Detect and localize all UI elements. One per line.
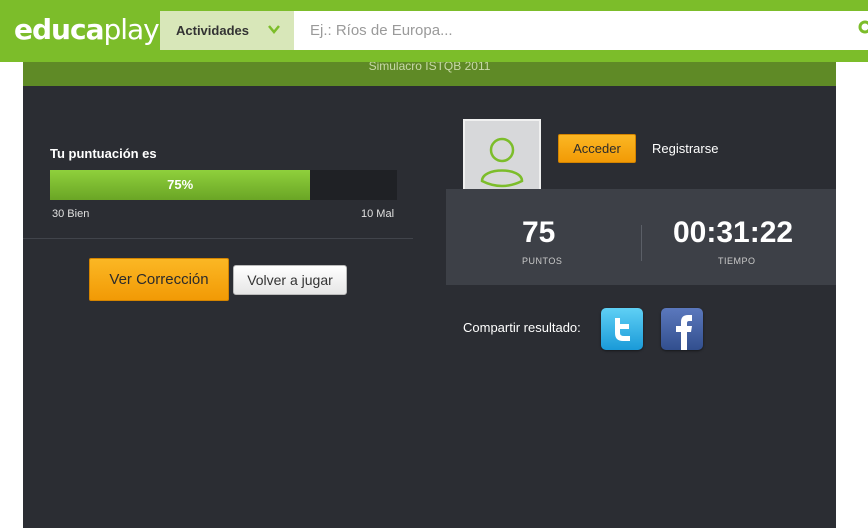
facebook-icon [676,315,692,350]
stats-box: 75 PUNTOS 00:31:22 TIEMPO [446,189,836,285]
wrong-count: 10 Mal [361,208,395,220]
login-button[interactable]: Acceder [558,134,636,163]
search-input[interactable] [294,11,868,50]
quiz-title: Simulacro ISTQB 2011 [368,62,491,73]
divider [23,238,413,239]
chevron-down-icon [268,25,280,34]
activities-dropdown[interactable]: Actividades [160,11,294,50]
avatar [463,119,541,199]
stats-separator [641,225,642,261]
share-label: Compartir resultado: [463,320,581,335]
twitter-icon [615,318,630,341]
quiz-title-bar: Simulacro ISTQB 2011 [23,62,836,86]
points-value: 75 [522,216,556,249]
result-panel: Simulacro ISTQB 2011 Tu puntuación es 75… [23,62,836,528]
view-correction-button[interactable]: Ver Corrección [89,258,229,301]
logo-light-text: play [103,13,159,46]
activities-label: Actividades [176,23,249,38]
correct-count: 30 Bien [52,208,90,220]
play-again-button[interactable]: Volver a jugar [233,265,347,295]
time-value: 00:31:22 [673,216,794,249]
educaplay-logo[interactable]: educaplay [14,13,160,46]
twitter-share-button[interactable] [601,308,643,350]
time-label: TIEMPO [718,256,756,266]
facebook-share-button[interactable] [661,308,703,350]
top-navigation-bar: educaplay Actividades [0,0,868,62]
search-icon[interactable] [858,20,868,34]
user-icon [480,137,524,188]
logo-bold-text: educa [14,13,104,46]
score-progress-bar: 75% [50,170,397,200]
points-label: PUNTOS [522,256,563,266]
score-percent-text: 75% [167,177,194,192]
register-link[interactable]: Registrarse [652,141,718,156]
score-label: Tu puntuación es [50,146,157,161]
